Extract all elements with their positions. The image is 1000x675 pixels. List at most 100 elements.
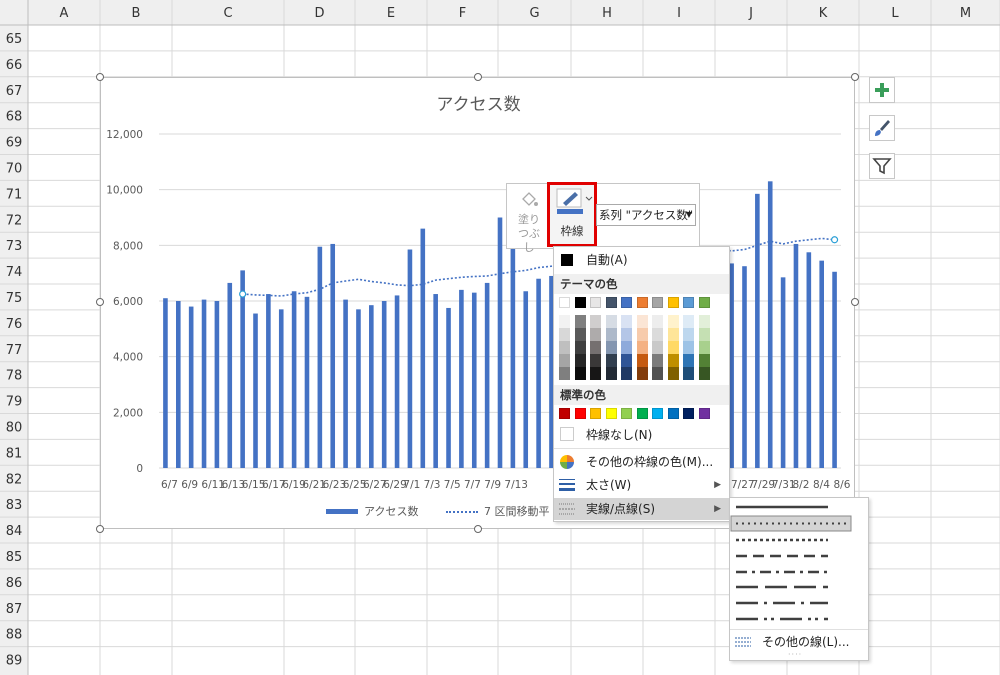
bar[interactable] — [729, 263, 734, 468]
bar[interactable] — [523, 291, 529, 468]
color-swatch[interactable] — [605, 328, 617, 341]
color-swatch[interactable] — [590, 367, 601, 380]
color-swatch[interactable] — [621, 354, 632, 367]
row-header[interactable]: 65 — [6, 32, 23, 47]
chart-styles-button[interactable] — [869, 115, 895, 141]
series-selector[interactable]: 系列 "アクセス数" ▼ — [596, 204, 696, 226]
row-header[interactable]: 78 — [6, 369, 23, 384]
bar[interactable] — [356, 309, 361, 468]
color-swatch[interactable] — [683, 367, 694, 380]
color-swatch[interactable] — [698, 408, 710, 419]
series-selection-marker[interactable] — [239, 290, 247, 298]
row-header[interactable]: 87 — [6, 602, 23, 617]
color-swatch[interactable] — [559, 341, 570, 354]
row-header[interactable]: 69 — [6, 136, 23, 151]
menu-item-more-colors[interactable]: その他の枠線の色(M)... — [554, 451, 729, 473]
color-swatch[interactable] — [559, 367, 570, 380]
bar[interactable] — [369, 305, 374, 468]
row-header[interactable]: 72 — [6, 213, 23, 228]
color-swatch[interactable] — [559, 354, 570, 367]
color-swatch[interactable] — [621, 297, 632, 308]
bar[interactable] — [214, 301, 220, 468]
bar[interactable] — [793, 243, 799, 468]
menu-item-dashes[interactable]: 実線/点線(S) ▶ — [554, 498, 729, 520]
color-swatch[interactable] — [683, 297, 694, 308]
bar[interactable] — [471, 292, 477, 468]
chart-area[interactable]: アクセス数 0 2,000 4,000 6,000 8,000 10,000 12,000 6… — [100, 77, 855, 529]
color-swatch[interactable] — [605, 297, 617, 308]
bar[interactable] — [433, 294, 438, 468]
color-swatch[interactable] — [652, 341, 663, 354]
color-swatch[interactable] — [590, 408, 601, 419]
legend[interactable]: アクセス数 7 区間移動平 — [326, 502, 566, 520]
fill-button[interactable]: 塗りつぶし — [511, 188, 547, 254]
bar[interactable] — [497, 217, 503, 469]
color-swatch[interactable] — [698, 315, 710, 328]
resize-grip-icon[interactable]: ···· — [788, 650, 802, 659]
resize-handle-b[interactable] — [474, 525, 482, 533]
color-swatch[interactable] — [559, 408, 570, 419]
column-header[interactable]: E — [387, 6, 395, 21]
color-swatch[interactable] — [667, 297, 679, 308]
column-header[interactable]: A — [60, 6, 69, 21]
dash-option-round-dot[interactable] — [730, 515, 852, 532]
row-header[interactable]: 74 — [6, 265, 23, 280]
row-header[interactable]: 76 — [6, 317, 23, 332]
bar[interactable] — [227, 282, 233, 468]
bar[interactable] — [394, 295, 400, 468]
color-swatch[interactable] — [698, 328, 710, 341]
bar[interactable] — [304, 296, 310, 468]
color-swatch[interactable] — [559, 328, 570, 341]
chart-elements-button[interactable] — [869, 77, 895, 103]
menu-item-no-outline[interactable]: 枠線なし(N) — [554, 424, 729, 446]
color-swatch[interactable] — [574, 367, 586, 380]
color-swatch[interactable] — [636, 297, 648, 308]
color-swatch[interactable] — [652, 408, 663, 419]
column-header[interactable]: D — [314, 6, 324, 21]
color-swatch[interactable] — [698, 354, 710, 367]
color-swatch[interactable] — [652, 328, 663, 341]
bar[interactable] — [536, 278, 541, 468]
color-swatch[interactable] — [574, 341, 586, 354]
color-swatch[interactable] — [667, 315, 679, 328]
color-swatch[interactable] — [590, 328, 601, 341]
column-header[interactable]: F — [459, 6, 466, 21]
column-header[interactable]: J — [748, 6, 753, 21]
bar[interactable] — [484, 282, 490, 468]
bar[interactable] — [742, 266, 747, 468]
bar[interactable] — [832, 271, 837, 468]
bar[interactable] — [446, 307, 451, 468]
bar[interactable] — [330, 243, 336, 468]
color-swatch[interactable] — [605, 354, 617, 367]
row-header[interactable]: 70 — [6, 162, 23, 177]
resize-handle-l[interactable] — [96, 298, 104, 306]
color-swatch[interactable] — [636, 367, 648, 380]
resize-handle-t[interactable] — [474, 73, 482, 81]
color-swatch[interactable] — [667, 367, 679, 380]
bar[interactable] — [767, 181, 773, 469]
color-swatch[interactable] — [590, 354, 601, 367]
row-header[interactable]: 82 — [6, 472, 23, 487]
column-header[interactable]: I — [677, 6, 681, 21]
bar[interactable] — [163, 298, 168, 468]
row-header[interactable]: 71 — [6, 187, 23, 202]
color-swatch[interactable] — [683, 328, 694, 341]
bar[interactable] — [819, 260, 824, 468]
row-header[interactable]: 67 — [6, 84, 23, 99]
color-swatch[interactable] — [621, 341, 632, 354]
row-header[interactable]: 88 — [6, 628, 23, 643]
color-swatch[interactable] — [636, 315, 648, 328]
bar[interactable] — [343, 299, 348, 468]
color-swatch[interactable] — [683, 341, 694, 354]
color-swatch[interactable] — [621, 408, 632, 419]
resize-handle-bl[interactable] — [96, 525, 104, 533]
color-swatch[interactable] — [636, 328, 648, 341]
bar[interactable] — [317, 246, 323, 468]
color-swatch[interactable] — [667, 328, 679, 341]
color-swatch[interactable] — [590, 341, 601, 354]
color-swatch[interactable] — [574, 315, 586, 328]
bar[interactable] — [780, 277, 786, 468]
bar[interactable] — [755, 193, 760, 468]
bar[interactable] — [420, 228, 426, 468]
column-header[interactable]: M — [960, 6, 971, 21]
